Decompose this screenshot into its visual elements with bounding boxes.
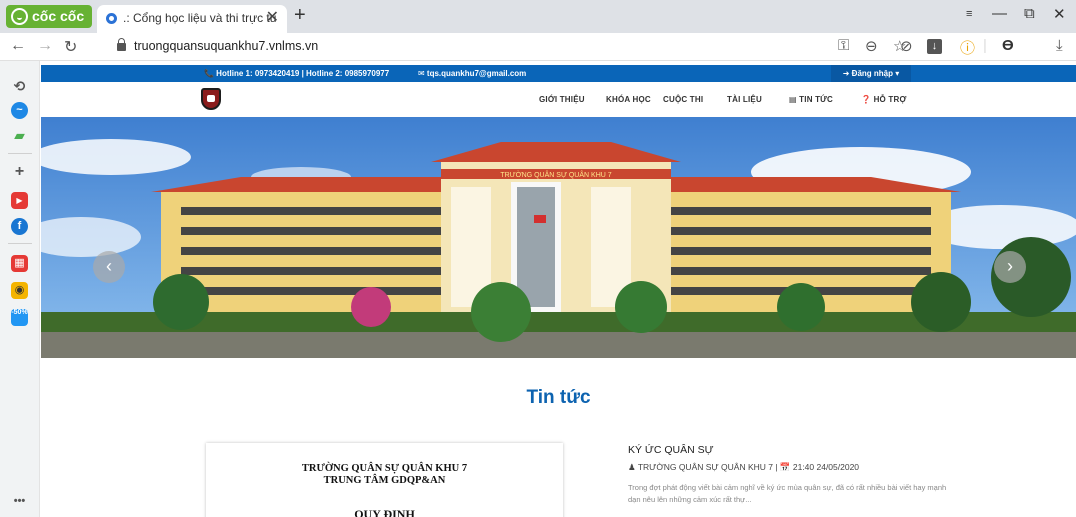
web-page: 📞 Hotline 1: 0973420419 | Hotline 2: 098… (41, 61, 1076, 517)
sidebar-divider (8, 243, 32, 244)
hero-carousel: TRƯỜNG QUÂN SỰ QUÂN KHU 7 ‹ › (41, 117, 1076, 358)
nav-gioi-thieu[interactable]: GIỚI THIỆU (539, 95, 585, 104)
promo-tiger-icon[interactable]: ◉ (11, 282, 28, 299)
news-thumbnail[interactable]: TRƯỜNG QUÂN SỰ QUÂN KHU 7 TRUNG TÂM GDQP… (206, 443, 563, 517)
doc-line-center: TRUNG TÂM GDQP&AN (323, 475, 446, 486)
facebook-icon[interactable]: f (11, 218, 28, 235)
building-sign-text: TRƯỜNG QUÂN SỰ QUÂN KHU 7 (500, 170, 611, 179)
doc-line-title: QUY ĐỊNH (354, 507, 415, 517)
coccoc-menu-button[interactable]: cốc cốc (6, 5, 92, 28)
active-tab[interactable]: .: Cổng học liệu và thi trực tu ✕ (97, 5, 287, 33)
youtube-icon[interactable]: ▶ (11, 192, 28, 209)
carousel-prev-button[interactable]: ‹ (93, 251, 125, 283)
contact-bar: 📞 Hotline 1: 0973420419 | Hotline 2: 098… (41, 65, 1076, 82)
minimize-button[interactable]: — (992, 5, 1007, 22)
nav-cuoc-thi[interactable]: CUỘC THI (663, 95, 703, 104)
lock-icon[interactable] (117, 38, 126, 51)
messenger-icon[interactable]: ~ (11, 102, 28, 119)
site-favicon-icon (106, 13, 117, 24)
nav-ho-tro[interactable]: ❓ HỖ TRỢ (861, 95, 907, 104)
article-meta: ♟ TRƯỜNG QUÂN SỰ QUÂN KHU 7 | 📅 21:40 24… (628, 462, 860, 472)
reload-icon[interactable]: ↻ (64, 37, 77, 57)
close-window-button[interactable]: ✕ (1053, 5, 1066, 23)
browser-sidebar: ⟲ ~ ▰ + ▶ f ▦ ◉ -50% ••• (0, 61, 40, 517)
news-heading: Tin tức (526, 387, 591, 408)
hotline-text: 📞 Hotline 1: 0973420419 | Hotline 2: 098… (204, 69, 390, 78)
school-building-photo: TRƯỜNG QUÂN SỰ QUÂN KHU 7 (41, 117, 1076, 358)
alert-extension-icon[interactable]: ⓘ (960, 37, 975, 58)
toolbar-divider: | (983, 37, 987, 54)
key-icon[interactable]: ⚿ (838, 37, 849, 54)
restore-button[interactable]: ⧉ (1024, 5, 1035, 22)
sidebar-divider (8, 153, 32, 154)
brand-label: cốc cốc (32, 8, 85, 24)
tab-close-icon[interactable]: ✕ (266, 5, 279, 31)
shopping-icon[interactable]: ▦ (11, 255, 28, 272)
coccoc-logo-icon (11, 8, 28, 25)
discount-badge-icon[interactable]: -50% (11, 309, 28, 326)
tab-strip: cốc cốc .: Cổng học liệu và thi trực tu … (0, 0, 1076, 33)
zoom-icon[interactable]: ⊖ (865, 37, 878, 55)
carousel-next-button[interactable]: › (994, 251, 1026, 283)
article-excerpt: Trong đợt phát động viết bài cảm nghĩ về… (628, 483, 947, 504)
nav-khoa-hoc[interactable]: KHÓA HỌC (606, 95, 651, 104)
site-header: GIỚI THIỆU KHÓA HỌC CUỘC THI TÀI LIỆU ▤ … (41, 82, 1076, 117)
email-link[interactable]: ✉ tqs.quankhu7@gmail.com (418, 69, 526, 78)
school-logo[interactable] (201, 88, 221, 110)
adblock-shield-icon[interactable]: ⊘ (900, 37, 913, 55)
url-field[interactable]: truongquansuquankhu7.vnlms.vn (134, 39, 318, 53)
downloads-tray-icon[interactable]: ⤓ (1056, 37, 1063, 54)
tab-title: .: Cổng học liệu và thi trực tu (123, 11, 277, 25)
back-icon[interactable]: ← (10, 37, 26, 55)
sidebar-more-icon[interactable]: ••• (11, 493, 28, 510)
history-icon[interactable]: ⟲ (11, 78, 28, 95)
profile-icon[interactable]: ϴ (1002, 37, 1014, 54)
nav-tin-tuc[interactable]: ▤ TIN TỨC (789, 95, 833, 104)
nav-tai-lieu[interactable]: TÀI LIỆU (727, 95, 762, 104)
download-icon[interactable]: ↓ (927, 39, 942, 54)
forward-icon[interactable]: → (37, 37, 53, 55)
add-sidebar-app-icon[interactable]: + (11, 163, 28, 180)
address-toolbar: ← → ↻ truongquansuquankhu7.vnlms.vn ⚿ ⊖ … (0, 33, 1076, 61)
article-title-link[interactable]: KÝ ỨC QUÂN SỰ (628, 444, 714, 456)
new-tab-button[interactable]: + (294, 4, 306, 27)
doc-line-school: TRƯỜNG QUÂN SỰ QUÂN KHU 7 (301, 463, 468, 474)
tab-search-icon[interactable]: ≡ (966, 8, 972, 20)
game-controller-icon[interactable]: ▰ (11, 127, 28, 144)
login-button[interactable]: ➜ Đăng nhập ▾ (831, 65, 911, 82)
